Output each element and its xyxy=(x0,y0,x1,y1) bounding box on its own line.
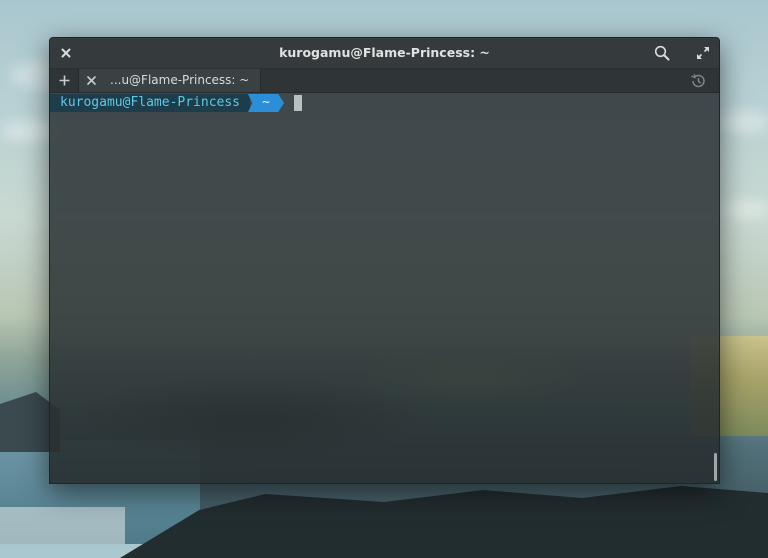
prompt-directory-segment: ~ xyxy=(248,94,285,112)
scrollbar[interactable] xyxy=(714,453,717,481)
tab-label: ...u@Flame-Princess: ~ xyxy=(110,73,250,87)
shell-prompt: kurogamu@Flame-Princess ~ xyxy=(50,94,303,112)
close-icon xyxy=(86,76,96,85)
tab-terminal[interactable]: ...u@Flame-Princess: ~ xyxy=(79,69,261,92)
window-title: kurogamu@Flame-Princess: ~ xyxy=(279,45,490,60)
search-button[interactable] xyxy=(647,38,677,68)
desktop-panel xyxy=(0,507,125,544)
tab-close-button[interactable] xyxy=(83,69,99,92)
terminal-window: kurogamu@Flame-Princess: ~ ...u@Flame-Pr… xyxy=(49,37,720,484)
text-cursor xyxy=(294,95,303,111)
landscape-cliff xyxy=(120,486,768,558)
title-bar[interactable]: kurogamu@Flame-Princess: ~ xyxy=(50,38,719,69)
cloud xyxy=(725,200,768,218)
terminal-area[interactable]: kurogamu@Flame-Princess ~ xyxy=(50,93,719,482)
search-icon xyxy=(654,45,670,61)
maximize-button[interactable] xyxy=(688,38,718,68)
tab-bar: ...u@Flame-Princess: ~ xyxy=(50,69,719,93)
history-icon xyxy=(691,73,705,87)
plus-icon xyxy=(59,75,69,86)
new-tab-button[interactable] xyxy=(50,69,79,92)
prompt-user-segment: kurogamu@Flame-Princess xyxy=(50,94,251,112)
history-button[interactable] xyxy=(688,69,708,92)
cloud xyxy=(720,110,768,134)
maximize-icon xyxy=(697,47,709,59)
